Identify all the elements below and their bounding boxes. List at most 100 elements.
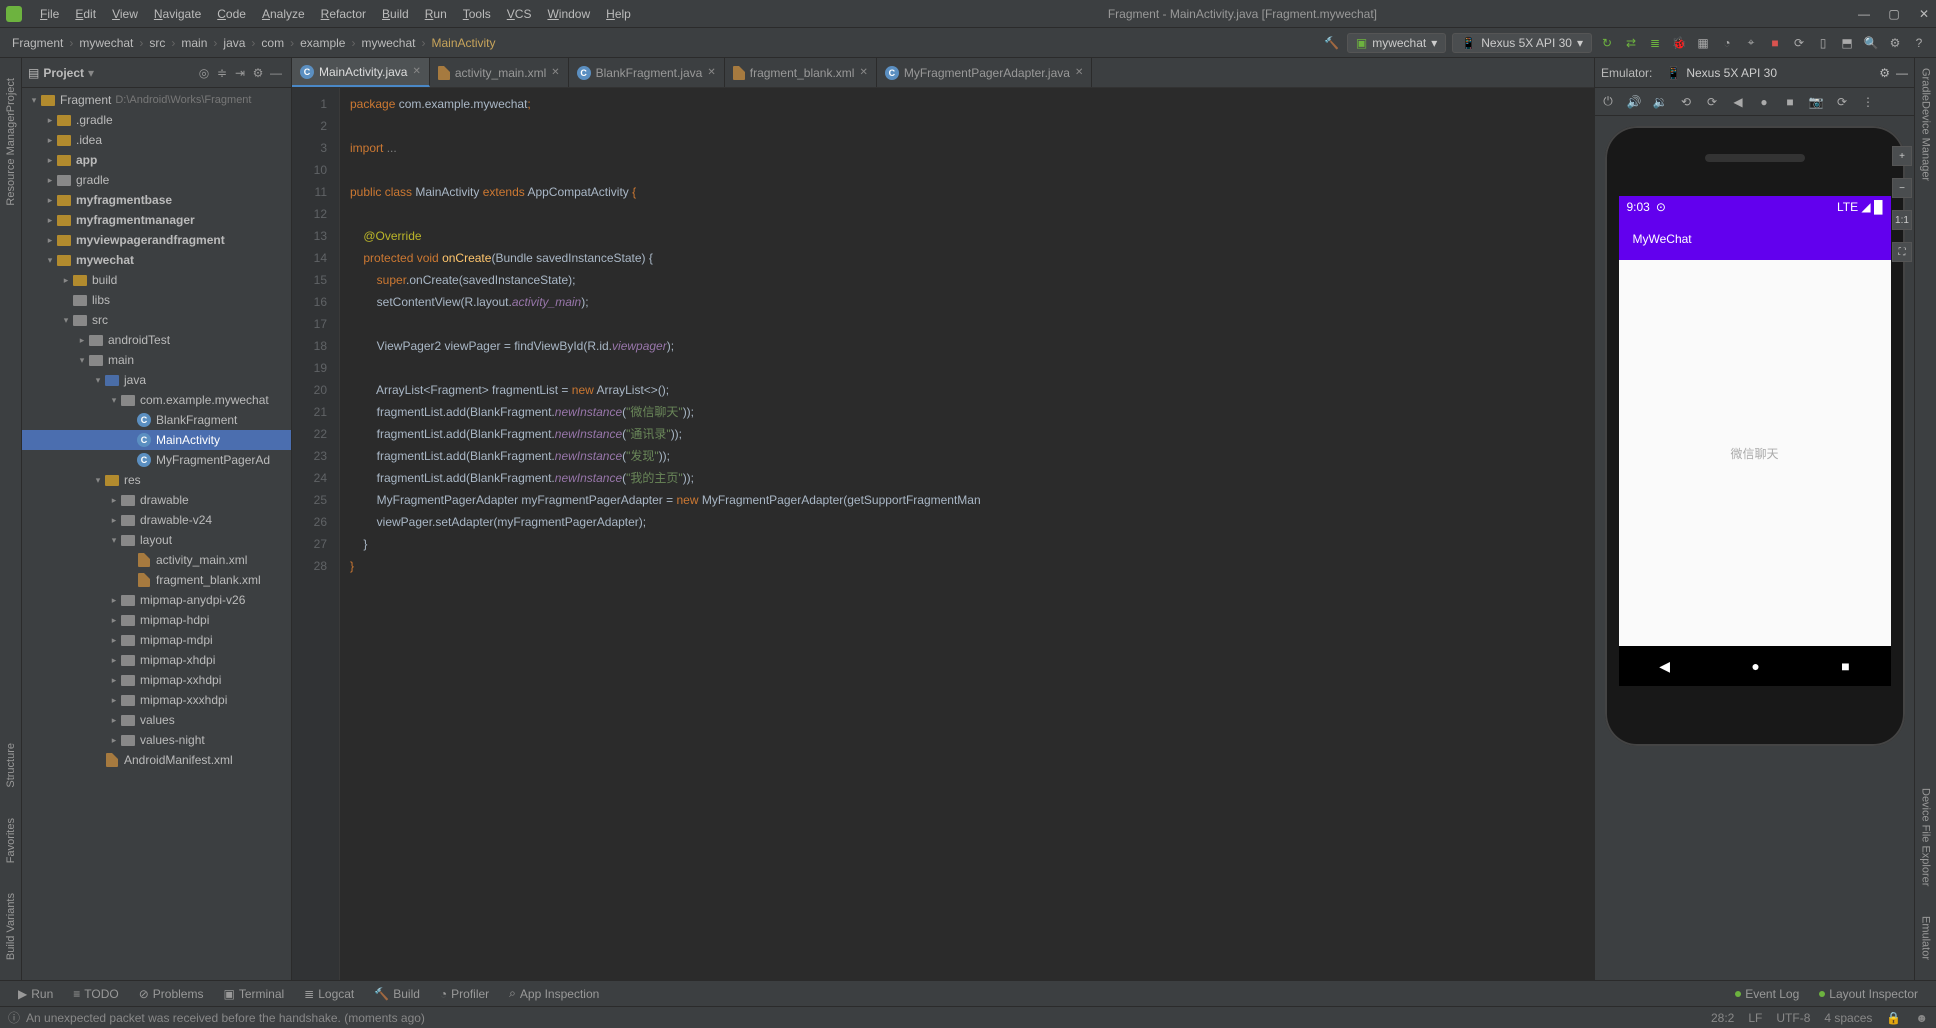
chevron-down-icon[interactable]: ▾ bbox=[92, 375, 104, 386]
bottom-tool-run[interactable]: ▶Run bbox=[8, 986, 63, 1001]
tree-item[interactable]: ▾layout bbox=[22, 530, 291, 550]
line-number[interactable]: 10 bbox=[292, 159, 327, 181]
run-button[interactable]: ↻ bbox=[1598, 34, 1616, 52]
code-line[interactable]: protected void onCreate(Bundle savedInst… bbox=[350, 247, 1594, 269]
code-line[interactable]: ViewPager2 viewPager = findViewById(R.id… bbox=[350, 335, 1594, 357]
more-icon[interactable]: ⋮ bbox=[1859, 93, 1877, 111]
search-icon[interactable]: 🔍 bbox=[1862, 34, 1880, 52]
device-screen[interactable]: 9:03 ⊙ LTE ◢ █ MyWeChat 微信聊天 ◀ ● ■ bbox=[1619, 196, 1891, 686]
rail-device-file-explorer[interactable]: Device File Explorer bbox=[1920, 788, 1932, 886]
line-number[interactable]: 17 bbox=[292, 313, 327, 335]
screenshot-icon[interactable]: 📷 bbox=[1807, 93, 1825, 111]
tree-item[interactable]: activity_main.xml bbox=[22, 550, 291, 570]
power-icon[interactable]: ⏻ bbox=[1599, 93, 1617, 111]
debug-button[interactable]: 🐞 bbox=[1670, 34, 1688, 52]
code-line[interactable] bbox=[350, 203, 1594, 225]
editor-tab[interactable]: CMainActivity.java✕ bbox=[292, 58, 430, 87]
code-line[interactable] bbox=[350, 357, 1594, 379]
code-line[interactable]: MyFragmentPagerAdapter myFragmentPagerAd… bbox=[350, 489, 1594, 511]
line-number[interactable]: 2 bbox=[292, 115, 327, 137]
hide-icon[interactable]: — bbox=[267, 66, 285, 80]
feedback-icon[interactable]: ☻ bbox=[1915, 1011, 1928, 1025]
chevron-right-icon[interactable]: ▸ bbox=[44, 115, 56, 126]
tree-item[interactable]: ▸build bbox=[22, 270, 291, 290]
code-line[interactable]: package com.example.mywechat; bbox=[350, 93, 1594, 115]
chevron-right-icon[interactable]: ▸ bbox=[108, 595, 120, 606]
tree-item[interactable]: ▾res bbox=[22, 470, 291, 490]
zoom-button[interactable]: 1:1 bbox=[1892, 210, 1912, 230]
menu-code[interactable]: Code bbox=[209, 7, 254, 21]
editor-tab[interactable]: CMyFragmentPagerAdapter.java✕ bbox=[877, 58, 1092, 87]
tree-item[interactable]: ▸mipmap-xxhdpi bbox=[22, 670, 291, 690]
chevron-right-icon[interactable]: ▸ bbox=[108, 635, 120, 646]
avd-button[interactable]: ▯ bbox=[1814, 34, 1832, 52]
menu-file[interactable]: File bbox=[32, 7, 67, 21]
bottom-tool-todo[interactable]: ≡TODO bbox=[63, 986, 128, 1001]
zoom-button[interactable]: ⛶ bbox=[1892, 242, 1912, 262]
line-number[interactable]: 14 bbox=[292, 247, 327, 269]
project-tree[interactable]: ▾FragmentD:\Android\Works\Fragment▸.grad… bbox=[22, 88, 291, 980]
gear-icon[interactable]: ⚙ bbox=[249, 66, 267, 80]
chevron-right-icon[interactable]: ▸ bbox=[44, 175, 56, 186]
menu-run[interactable]: Run bbox=[417, 7, 455, 21]
tree-item[interactable]: ▸gradle bbox=[22, 170, 291, 190]
breadcrumb-item[interactable]: java bbox=[219, 36, 249, 50]
bottom-tool-problems[interactable]: ⊘Problems bbox=[129, 986, 214, 1001]
rail-emulator[interactable]: Emulator bbox=[1920, 916, 1932, 960]
record-icon[interactable]: ⟳ bbox=[1833, 93, 1851, 111]
tree-item[interactable]: CMainActivity bbox=[22, 430, 291, 450]
close-tab-icon[interactable]: ✕ bbox=[551, 67, 559, 78]
tree-item[interactable]: ▾src bbox=[22, 310, 291, 330]
bottom-tool-event-log[interactable]: Event Log bbox=[1725, 987, 1809, 1001]
hide-icon[interactable]: — bbox=[1896, 66, 1908, 80]
line-number[interactable]: 18 bbox=[292, 335, 327, 357]
line-number[interactable]: 21 bbox=[292, 401, 327, 423]
tree-item[interactable]: ▸.gradle bbox=[22, 110, 291, 130]
rail-device-manager[interactable]: Device Manager bbox=[1920, 101, 1932, 181]
zoom-button[interactable]: − bbox=[1892, 178, 1912, 198]
status-segment[interactable]: UTF-8 bbox=[1776, 1011, 1810, 1025]
tree-item[interactable]: ▸mipmap-xxxhdpi bbox=[22, 690, 291, 710]
tree-item[interactable]: ▸values bbox=[22, 710, 291, 730]
tree-item[interactable]: ▸androidTest bbox=[22, 330, 291, 350]
close-tab-icon[interactable]: ✕ bbox=[412, 66, 420, 77]
sync-gradle-button[interactable]: ⟳ bbox=[1790, 34, 1808, 52]
chevron-down-icon[interactable]: ▾ bbox=[44, 255, 56, 266]
line-number[interactable]: 20 bbox=[292, 379, 327, 401]
code-line[interactable] bbox=[350, 313, 1594, 335]
tree-item[interactable]: ▸mipmap-hdpi bbox=[22, 610, 291, 630]
breadcrumb-item[interactable]: mywechat bbox=[357, 36, 419, 50]
code-line[interactable]: fragmentList.add(BlankFragment.newInstan… bbox=[350, 467, 1594, 489]
chevron-down-icon[interactable]: ▾ bbox=[76, 355, 88, 366]
menu-build[interactable]: Build bbox=[374, 7, 417, 21]
chevron-down-icon[interactable]: ▾ bbox=[108, 535, 120, 546]
line-number[interactable]: 26 bbox=[292, 511, 327, 533]
menu-view[interactable]: View bbox=[104, 7, 146, 21]
line-number[interactable]: 13 bbox=[292, 225, 327, 247]
project-panel-title[interactable]: Project bbox=[43, 66, 84, 80]
tree-item[interactable]: ▸myfragmentbase bbox=[22, 190, 291, 210]
chevron-right-icon[interactable]: ▸ bbox=[108, 695, 120, 706]
status-segment[interactable]: LF bbox=[1748, 1011, 1762, 1025]
chevron-right-icon[interactable]: ▸ bbox=[108, 495, 120, 506]
tree-item[interactable]: fragment_blank.xml bbox=[22, 570, 291, 590]
maximize-button[interactable]: ▢ bbox=[1888, 8, 1900, 20]
code-line[interactable]: @Override bbox=[350, 225, 1594, 247]
breadcrumb-item[interactable]: main bbox=[177, 36, 211, 50]
editor-tab[interactable]: fragment_blank.xml✕ bbox=[725, 58, 877, 87]
expand-icon[interactable]: ≑ bbox=[213, 66, 231, 80]
sdk-button[interactable]: ⬒ bbox=[1838, 34, 1856, 52]
bottom-tool-layout-inspector[interactable]: Layout Inspector bbox=[1809, 987, 1928, 1001]
chevron-down-icon[interactable]: ▾ bbox=[88, 66, 94, 80]
line-number[interactable]: 12 bbox=[292, 203, 327, 225]
collapse-icon[interactable]: ⇥ bbox=[231, 66, 249, 80]
menu-refactor[interactable]: Refactor bbox=[313, 7, 374, 21]
code-line[interactable]: fragmentList.add(BlankFragment.newInstan… bbox=[350, 401, 1594, 423]
chevron-right-icon[interactable]: ▸ bbox=[60, 275, 72, 286]
tree-item[interactable]: ▾com.example.mywechat bbox=[22, 390, 291, 410]
bottom-tool-build[interactable]: 🔨Build bbox=[364, 986, 430, 1001]
tree-item[interactable]: ▸myviewpagerandfragment bbox=[22, 230, 291, 250]
code-line[interactable]: public class MainActivity extends AppCom… bbox=[350, 181, 1594, 203]
code-line[interactable]: super.onCreate(savedInstanceState); bbox=[350, 269, 1594, 291]
tree-item[interactable]: libs bbox=[22, 290, 291, 310]
